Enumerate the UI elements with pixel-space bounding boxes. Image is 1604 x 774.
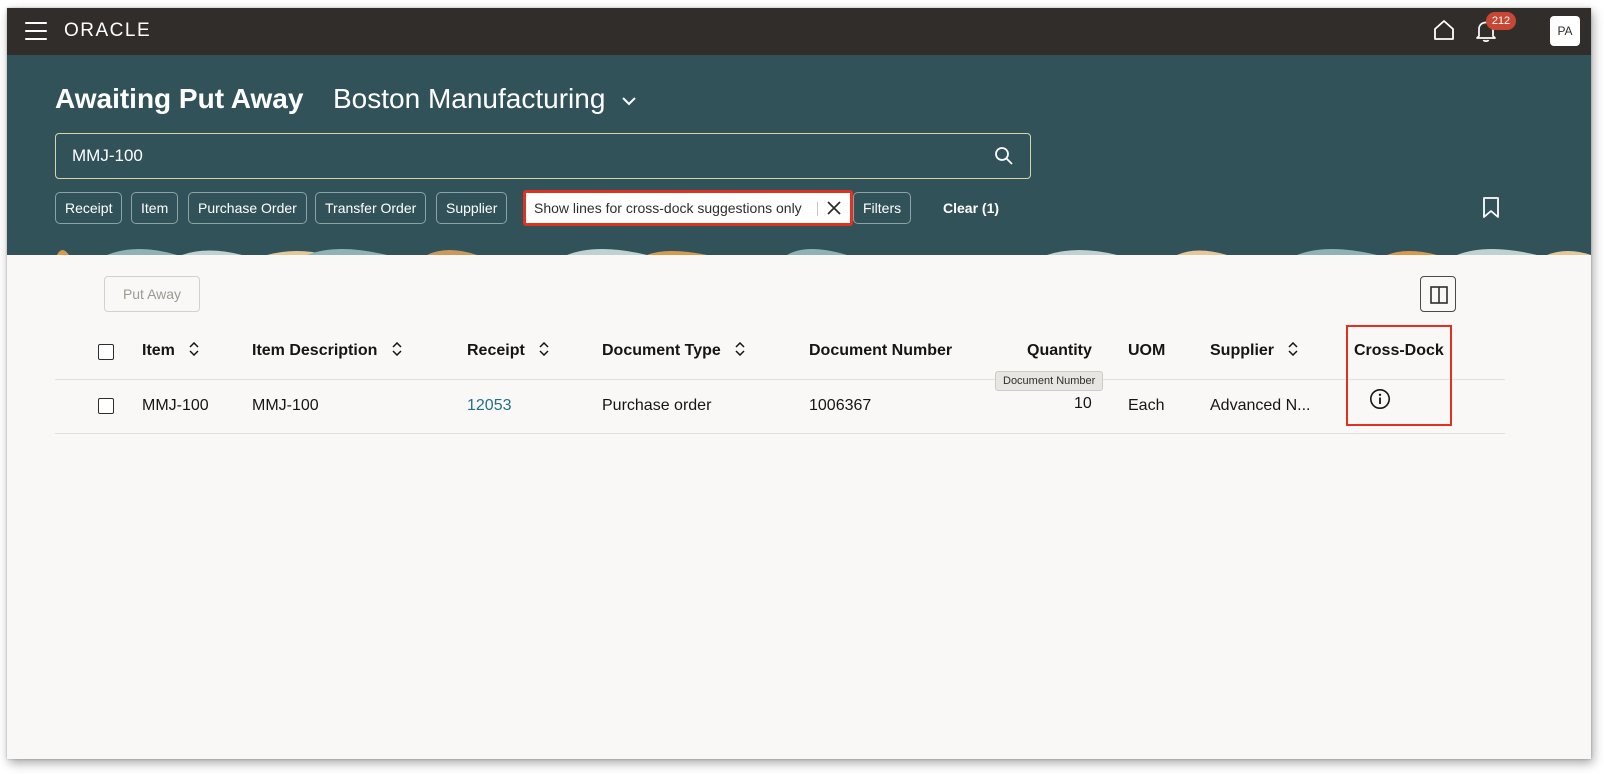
chip-separator: [817, 202, 818, 216]
clear-filters-link[interactable]: Clear (1): [943, 192, 999, 224]
filter-chip-item[interactable]: Item: [131, 192, 179, 224]
sort-icon[interactable]: [392, 342, 402, 356]
organization-name: Boston Manufacturing: [333, 83, 606, 114]
cell-quantity: 10: [1074, 395, 1092, 412]
row-divider: [55, 433, 1505, 434]
active-filter-chip[interactable]: Show lines for cross-dock suggestions on…: [523, 190, 853, 226]
user-avatar[interactable]: PA: [1550, 16, 1580, 46]
home-icon[interactable]: [1432, 18, 1456, 42]
search-box: [55, 133, 1031, 179]
filters-button[interactable]: Filters: [853, 192, 912, 224]
sort-icon[interactable]: [735, 342, 745, 356]
select-all-checkbox[interactable]: [98, 344, 114, 360]
bookmark-icon[interactable]: [1481, 196, 1501, 220]
filter-chip-supplier[interactable]: Supplier: [436, 192, 508, 224]
sort-icon[interactable]: [189, 342, 199, 356]
top-bar: ORACLE 212 PA: [7, 8, 1591, 55]
app-window: ORACLE 212 PA Awaiting Put Away Boston M…: [7, 8, 1591, 759]
filter-chip-purchase-order[interactable]: Purchase Order: [188, 192, 307, 224]
cell-document-type: Purchase order: [602, 397, 712, 414]
cell-item-description: MMJ-100: [252, 397, 319, 414]
columns-icon: [1430, 286, 1448, 304]
page-title: Awaiting Put Away: [55, 83, 304, 114]
cell-supplier: Advanced N...: [1210, 397, 1311, 414]
hamburger-icon[interactable]: [25, 22, 47, 40]
column-header-document-number[interactable]: Document Number: [809, 342, 952, 360]
header-divider: [55, 379, 1505, 380]
column-header-item-description[interactable]: Item Description: [252, 342, 402, 360]
close-icon[interactable]: [826, 200, 842, 216]
column-header-quantity[interactable]: Quantity: [1027, 342, 1092, 360]
columns-button[interactable]: [1420, 276, 1456, 312]
put-away-button[interactable]: Put Away: [104, 276, 200, 312]
column-header-receipt[interactable]: Receipt: [467, 342, 549, 360]
oracle-logo: ORACLE: [64, 20, 152, 41]
active-filter-label: Show lines for cross-dock suggestions on…: [534, 200, 802, 216]
search-input[interactable]: [72, 134, 972, 178]
filter-chip-receipt[interactable]: Receipt: [55, 192, 123, 224]
notification-badge: 212: [1486, 12, 1516, 30]
organization-selector[interactable]: Boston Manufacturing: [333, 83, 637, 115]
column-header-item[interactable]: Item: [142, 342, 199, 360]
filter-chip-transfer-order[interactable]: Transfer Order: [315, 192, 427, 224]
chevron-down-icon: [622, 96, 636, 106]
sort-icon[interactable]: [1288, 342, 1298, 356]
tooltip: Document Number: [995, 371, 1104, 391]
row-checkbox[interactable]: [98, 398, 114, 414]
cell-uom: Each: [1128, 397, 1165, 414]
sort-icon[interactable]: [539, 342, 549, 356]
column-header-document-type[interactable]: Document Type: [602, 342, 745, 360]
cell-item: MMJ-100: [142, 397, 209, 414]
decorative-pattern: [7, 243, 1591, 255]
cross-dock-highlight: [1346, 325, 1452, 426]
cell-document-number: 1006367: [809, 397, 872, 414]
receipt-link[interactable]: 12053: [467, 397, 512, 415]
column-header-supplier[interactable]: Supplier: [1210, 342, 1298, 360]
search-icon[interactable]: [994, 146, 1014, 166]
column-header-uom[interactable]: UOM: [1128, 342, 1165, 360]
